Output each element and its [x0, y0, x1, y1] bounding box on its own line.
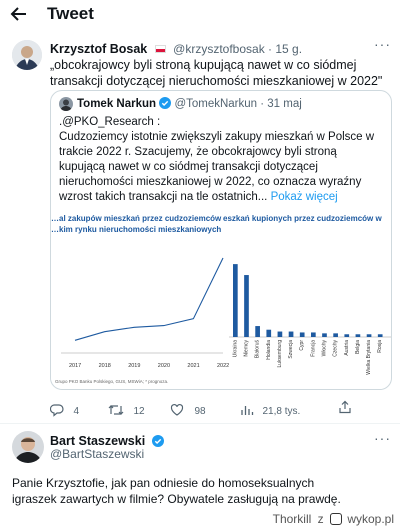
chart-right-title: eszkań kupionych przez cudzoziemców w [223, 214, 382, 223]
reply-avatar[interactable] [12, 431, 44, 463]
back-arrow-icon[interactable] [10, 5, 30, 25]
reply-text: Panie Krzysztofie, jak pan odniesie do h… [12, 476, 341, 506]
watermark-site: wykop.pl [347, 512, 394, 526]
bar-x-tick: Francja [310, 340, 316, 357]
bar-x-tick: Czechy [333, 340, 339, 357]
tweet-text: „obcokrajowcy byli stroną kupującą nawet… [50, 58, 383, 88]
reply-action[interactable]: 4 [49, 401, 80, 419]
bar [233, 264, 238, 337]
bar [299, 332, 305, 337]
bar [311, 332, 316, 337]
bar-x-tick: Szwecja [288, 340, 294, 359]
avatar[interactable] [12, 40, 42, 70]
quote-text: Cudzoziemcy istotnie zwiększyli zakupy m… [59, 130, 385, 205]
line-x-tick: 2019 [128, 363, 140, 369]
handle-time[interactable]: @krzysztofbosak · 15 g. [173, 42, 302, 56]
chart-image: …al zakupów mieszkań przez cudzoziemców … [51, 209, 391, 389]
author-name[interactable]: Krzysztof Bosak [50, 42, 147, 56]
tweet-header: Tweet [0, 0, 400, 30]
bar [333, 333, 338, 337]
bar [266, 329, 272, 337]
reply-author-name[interactable]: Bart Staszewski [50, 434, 145, 448]
line-x-tick: 2017 [69, 363, 81, 369]
bar [377, 334, 383, 337]
page-title: Tweet [47, 4, 94, 23]
chart-svg: 2017 2018 2019 2020 2021 2022Ukraina Niemcy Bia… [61, 257, 391, 375]
poland-flag-icon [154, 45, 166, 53]
bar-x-tick: Włochy [321, 340, 327, 357]
retweet-action[interactable]: 12 [108, 401, 145, 419]
like-count: 98 [194, 406, 206, 417]
watermark: Thorkill z wykop.pl [266, 509, 400, 529]
reply-icon [49, 404, 64, 417]
divider [0, 423, 400, 424]
quote-author-name: Tomek Narkun [77, 98, 157, 110]
bar [255, 326, 260, 337]
retweet-icon [108, 405, 124, 415]
quote-handle-time: @TomekNarkun · 31 maj [174, 98, 302, 110]
quote-avatar[interactable] [59, 97, 73, 111]
show-more-link[interactable]: Pokaż więcej [271, 191, 338, 203]
bar [277, 331, 283, 337]
bar-x-tick: Holandia [266, 340, 272, 360]
bar-x-tick: Belgia [355, 340, 361, 354]
reply-handle[interactable]: @BartStaszewski [50, 447, 144, 461]
bar [355, 334, 361, 337]
share-action[interactable] [338, 400, 352, 419]
wykop-logo-icon [329, 513, 342, 525]
bar-x-tick: Wielka Brytania [366, 340, 372, 375]
line-x-tick: 2021 [187, 363, 199, 369]
retweet-count: 12 [133, 406, 145, 417]
quoted-tweet[interactable]: Tomek Narkun @TomekNarkun · 31 maj .@PKO… [50, 90, 392, 390]
bar [288, 331, 294, 337]
bar-x-tick: Rosja [377, 340, 383, 353]
bar-x-tick: Ukraina [232, 340, 238, 357]
bar [244, 275, 249, 337]
line-x-tick: 2022 [217, 363, 229, 369]
more-options-icon[interactable]: ··· [374, 36, 391, 52]
reply-more-options-icon[interactable]: ··· [374, 430, 391, 446]
views-icon [241, 406, 254, 415]
watermark-user: Thorkill [272, 512, 312, 526]
chart-left-title: …al zakupów mieszkań przez cudzoziemców [51, 214, 222, 223]
bar-x-tick: Niemcy [243, 340, 249, 357]
share-icon [339, 400, 351, 414]
bar-x-tick: Cypr [299, 340, 305, 351]
bar [322, 333, 327, 337]
line-x-tick: 2018 [99, 363, 111, 369]
line-x-tick: 2020 [158, 363, 170, 369]
bar-x-tick: Austria [344, 340, 350, 356]
chart-source: Grupo PKO Banku Polskiego, GUS, MSWiA; *… [55, 379, 169, 384]
chart-left-subtitle: …kim rynku nieruchomości mieszkaniowych [51, 225, 222, 234]
line-series [74, 257, 224, 341]
watermark-separator: z [317, 512, 324, 526]
views-action[interactable]: 21,8 tys. [240, 401, 300, 419]
like-action[interactable]: 98 [170, 401, 206, 419]
verified-badge-icon [159, 97, 172, 113]
bar [344, 334, 350, 337]
bar-x-tick: Białoruś [255, 340, 261, 359]
heart-icon [170, 403, 184, 416]
bar-x-tick: Luksemburg [277, 340, 283, 368]
reply-verified-badge-icon [151, 434, 164, 452]
quote-source: .@PKO_Research : [59, 116, 161, 128]
bar [366, 334, 372, 337]
view-count: 21,8 tys. [262, 406, 301, 417]
reply-count: 4 [73, 406, 80, 417]
